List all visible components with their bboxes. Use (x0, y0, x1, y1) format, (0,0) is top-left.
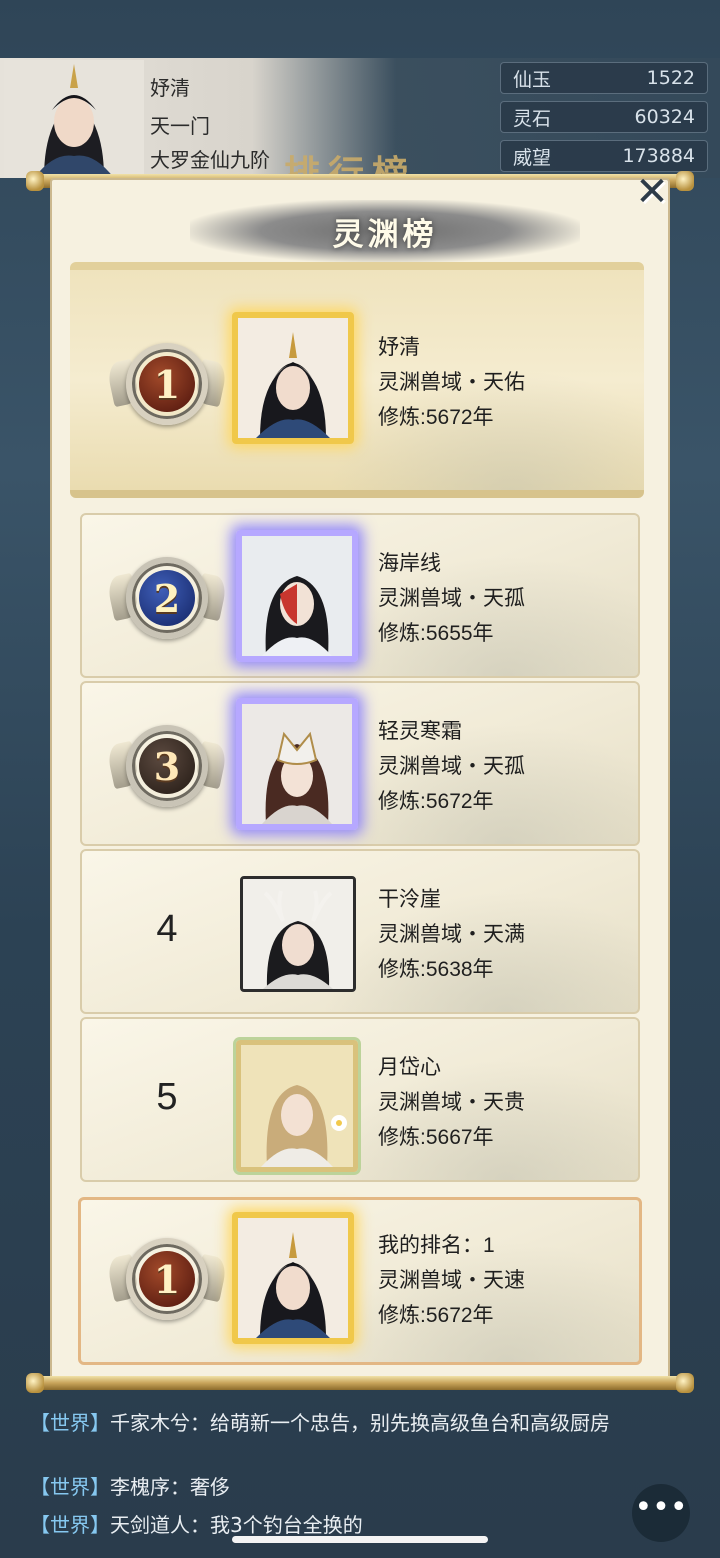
player-portrait[interactable] (236, 530, 358, 662)
ranking-cultivation: 修炼:5672年 (378, 406, 494, 429)
ranking-name: 月岱心 (378, 1056, 441, 1079)
rank-number: 2 (139, 570, 195, 626)
player-portrait[interactable] (240, 876, 356, 992)
player-portrait[interactable] (236, 698, 358, 830)
player-portrait[interactable] (236, 1040, 358, 1172)
ranking-info: 轻灵寒霜 灵渊兽域・天孤 修炼:5672年 (378, 714, 525, 819)
ranking-info: 干泠崖 灵渊兽域・天满 修炼:5638年 (378, 882, 525, 987)
resource-value: 60324 (634, 106, 695, 128)
resource-label: 仙玉 (513, 68, 552, 91)
rank-number: 1 (139, 356, 195, 412)
gold-medal-icon: 1 (105, 1238, 229, 1320)
ranking-region: 灵渊兽域・天孤 (378, 587, 525, 610)
player-realm: 大罗金仙九阶 (150, 148, 270, 172)
ranking-cultivation: 修炼:5655年 (378, 622, 494, 645)
resource-value: 173884 (622, 145, 695, 167)
chat-channel: 【世界】 (30, 1475, 110, 1499)
chat-text: 李槐序：奢侈 (110, 1475, 230, 1499)
player-portrait[interactable] (232, 1212, 354, 1344)
ranking-region: 灵渊兽域・天贵 (378, 1091, 525, 1114)
home-indicator (232, 1536, 488, 1543)
ranking-info: 海岸线 灵渊兽域・天孤 修炼:5655年 (378, 546, 525, 651)
chat-text: 天剑道人：我3个钓台全换的 (110, 1513, 363, 1537)
rank-number: 3 (139, 738, 195, 794)
resource-label: 威望 (513, 146, 552, 169)
ranking-region: 灵渊兽域・天满 (378, 923, 525, 946)
ranking-cultivation: 修炼:5667年 (378, 1126, 494, 1149)
ranking-cultivation: 修炼:5672年 (378, 790, 494, 813)
ranking-name: 轻灵寒霜 (378, 720, 462, 743)
resource-weiwang[interactable]: 威望 173884 (500, 140, 708, 172)
player-portrait[interactable] (232, 312, 354, 444)
modal-title-banner: 灵渊榜 (190, 200, 580, 262)
chat-bubble-icon[interactable]: ••• (632, 1484, 690, 1542)
bronze-medal-icon: 3 (105, 725, 229, 807)
close-icon[interactable]: ✕ (632, 172, 672, 212)
player-name: 妤清 (150, 76, 190, 100)
my-rank-info: 我的排名：1 灵渊兽域・天速 修炼:5672年 (378, 1228, 525, 1333)
rank-number: 4 (156, 908, 178, 950)
modal-title: 灵渊榜 (332, 216, 438, 253)
resource-lingshi[interactable]: 灵石 60324 (500, 101, 708, 133)
chat-channel: 【世界】 (30, 1411, 110, 1435)
chat-text: 千家木兮：给萌新一个忠告，别先换高级鱼台和高级厨房 (110, 1411, 610, 1435)
rank-number: 1 (139, 1251, 195, 1307)
chat-channel: 【世界】 (30, 1513, 110, 1537)
silver-medal-icon: 2 (105, 557, 229, 639)
ranking-name: 干泠崖 (378, 888, 441, 911)
ranking-name: 海岸线 (378, 552, 441, 575)
scroll-rod-bottom (26, 1373, 694, 1393)
ranking-name: 妤清 (378, 336, 420, 359)
ranking-region: 灵渊兽域・天孤 (378, 755, 525, 778)
chat-message[interactable]: 【世界】李槐序：奢侈 (30, 1472, 700, 1502)
my-rank-label: 我的排名：1 (378, 1234, 495, 1257)
resource-xianyu[interactable]: 仙玉 1522 (500, 62, 708, 94)
ranking-cultivation: 修炼:5638年 (378, 958, 494, 981)
ranking-region: 灵渊兽域・天速 (378, 1269, 525, 1292)
ranking-info: 妤清 灵渊兽域・天佑 修炼:5672年 (378, 330, 525, 435)
player-sect: 天一门 (150, 114, 210, 138)
resource-label: 灵石 (513, 107, 552, 130)
rank-number: 5 (156, 1076, 178, 1118)
chat-message[interactable]: 【世界】千家木兮：给萌新一个忠告，别先换高级鱼台和高级厨房 (30, 1408, 700, 1438)
gold-medal-icon: 1 (105, 343, 229, 425)
ranking-cultivation: 修炼:5672年 (378, 1304, 494, 1327)
ranking-region: 灵渊兽域・天佑 (378, 371, 525, 394)
player-avatar[interactable] (4, 60, 144, 178)
resource-value: 1522 (646, 67, 695, 89)
ranking-info: 月岱心 灵渊兽域・天贵 修炼:5667年 (378, 1050, 525, 1155)
